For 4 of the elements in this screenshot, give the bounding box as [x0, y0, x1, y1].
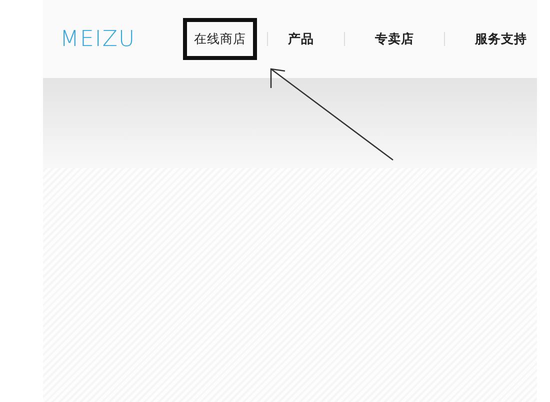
nav-link[interactable]: 产品: [278, 22, 324, 56]
nav-link[interactable]: 在线商店: [183, 18, 258, 60]
nav-link[interactable]: 服务支持: [465, 22, 538, 56]
nav-link[interactable]: 专卖店: [365, 22, 424, 56]
